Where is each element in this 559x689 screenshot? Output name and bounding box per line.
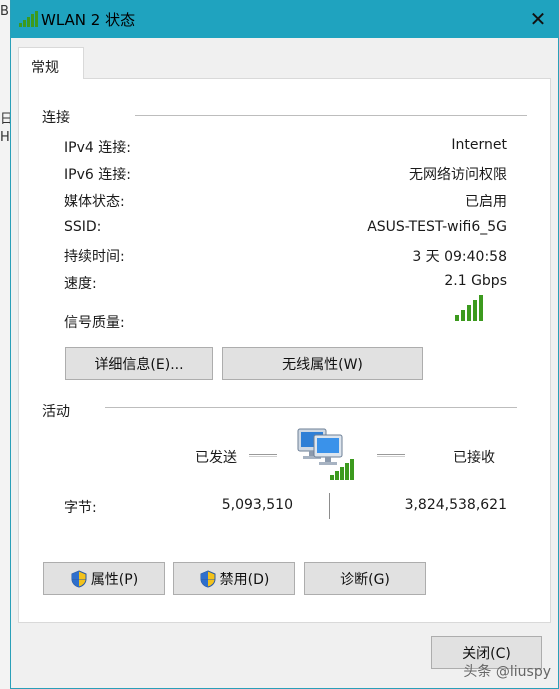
signal-strength-icon [455, 295, 483, 321]
duration-value: 3 天 09:40:58 [412, 249, 507, 265]
signal-bar [467, 305, 471, 321]
close-icon: ✕ [529, 7, 547, 31]
activity-divider [105, 407, 517, 408]
media-state-value: 已启用 [465, 194, 507, 210]
speed-label: 速度: [64, 276, 97, 292]
watermark: 头条 @liuspy [463, 664, 551, 680]
properties-button[interactable]: 属性(P) [43, 562, 165, 595]
sent-line [249, 454, 277, 457]
title-bar[interactable]: WLAN 2 状态 ✕ [11, 0, 558, 38]
wlan-status-dialog: WLAN 2 状态 ✕ 常规 连接 IPv4 连接: Internet IPv6… [10, 0, 559, 689]
ssid-value: ASUS-TEST-wifi6_5G [367, 219, 507, 235]
diagnose-button[interactable]: 诊断(G) [304, 562, 426, 595]
received-line [377, 454, 405, 457]
background-text: H [0, 130, 10, 145]
signal-bar [455, 315, 459, 321]
sent-label: 已发送 [195, 450, 237, 466]
received-label: 已接收 [453, 450, 495, 466]
bytes-sent-value: 5,093,510 [221, 497, 293, 513]
speed-value: 2.1 Gbps [444, 273, 507, 289]
ipv6-label: IPv6 连接: [64, 167, 131, 183]
bytes-separator [329, 493, 330, 519]
close-window-button[interactable]: ✕ [518, 0, 558, 38]
connection-divider [135, 115, 527, 116]
signal-bar [479, 295, 483, 321]
details-button[interactable]: 详细信息(E)... [65, 347, 213, 380]
ipv4-label: IPv4 连接: [64, 140, 131, 156]
properties-label: 属性(P) [90, 571, 139, 588]
uac-shield-icon [71, 569, 87, 588]
activity-section-label: 活动 [42, 404, 70, 420]
connection-section-label: 连接 [42, 110, 70, 126]
tab-general[interactable]: 常规 [18, 47, 84, 79]
bytes-label: 字节: [64, 500, 97, 516]
ssid-label: SSID: [64, 219, 102, 235]
signal-quality-label: 信号质量: [64, 315, 125, 331]
media-state-label: 媒体状态: [64, 194, 125, 210]
ipv4-value: Internet [451, 137, 507, 153]
disable-button[interactable]: 禁用(D) [173, 562, 295, 595]
wireless-properties-button[interactable]: 无线属性(W) [222, 347, 423, 380]
window-title: WLAN 2 状态 [41, 11, 136, 29]
uac-shield-icon [200, 569, 216, 588]
signal-bar [461, 310, 465, 321]
signal-bar [473, 300, 477, 321]
background-text: B [0, 4, 9, 19]
bytes-received-value: 3,824,538,621 [404, 497, 507, 513]
network-computers-icon [297, 428, 354, 480]
general-panel: 连接 IPv4 连接: Internet IPv6 连接: 无网络访问权限 媒体… [18, 78, 551, 623]
disable-label: 禁用(D) [219, 571, 270, 588]
wifi-signal-icon [19, 11, 38, 27]
duration-label: 持续时间: [64, 249, 125, 265]
ipv6-value: 无网络访问权限 [409, 167, 507, 183]
